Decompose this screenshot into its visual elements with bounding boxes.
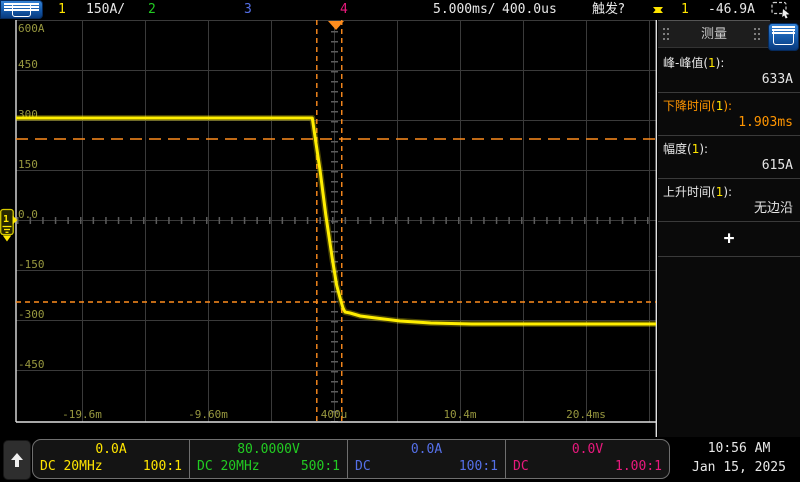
y-axis-label: -150 (18, 258, 45, 271)
expand-up-button[interactable] (3, 440, 31, 480)
top-status-bar: 1 150A/ 2 3 4 5.000ms/ 400.0us 触发? 1 -46… (0, 0, 800, 20)
channel-value: 0.0A (40, 442, 182, 458)
time-display: 10:56 AM (682, 439, 796, 458)
drag-grip-icon[interactable] (754, 28, 760, 41)
trigger-source[interactable]: 1 (681, 0, 689, 20)
measurement-fall-time[interactable]: 下降时间(1): 1.903ms (658, 93, 800, 136)
channel3-badge[interactable]: 3 (244, 0, 252, 20)
main-menu-button[interactable] (0, 0, 43, 19)
coupling: DC (513, 458, 529, 476)
coupling: DC 20MHz (40, 458, 103, 476)
probe-ratio: 100:1 (143, 458, 182, 476)
graticule-svg: 600A 450 300 150 0.0 -150 -300 -450 -19.… (0, 20, 657, 437)
measurement-panel-header[interactable]: 测量 (658, 20, 770, 48)
y-axis-label: 150 (18, 158, 38, 171)
measurement-value: 1.903ms (658, 114, 800, 131)
waveform-display-area: 600A 450 300 150 0.0 -150 -300 -450 -19.… (0, 20, 657, 437)
channel1-badge[interactable]: 1 (58, 0, 66, 20)
y-axis-label: -300 (18, 308, 45, 321)
channel-value: 80.0000V (197, 442, 340, 458)
delay-readout[interactable]: 400.0us (502, 0, 557, 20)
probe-ratio: 1.00:1 (615, 458, 662, 476)
probe-ratio: 500:1 (301, 458, 340, 476)
coupling: DC 20MHz (197, 458, 260, 476)
svg-text:1: 1 (3, 214, 9, 225)
measurement-panel: 测量 峰-峰值(1): 633A 下降时间(1): 1.903ms 幅度(1):… (658, 20, 800, 437)
timebase-readout[interactable]: 5.000ms/ (433, 0, 496, 20)
measurement-rise-time[interactable]: 上升时间(1): 无边沿 (658, 179, 800, 222)
measurement-value: 633A (658, 71, 800, 88)
channel4-badge[interactable]: 4 (340, 0, 348, 20)
hamburger-menu-icon (12, 3, 31, 17)
up-arrow-icon (10, 453, 24, 468)
channel3-status[interactable]: 0.0A DC 100:1 (347, 440, 505, 478)
add-measurement-button[interactable]: + (658, 222, 800, 257)
measurement-value: 615A (658, 157, 800, 174)
channel-status-bar: 0.0A DC 20MHz 100:1 80.0000V DC 20MHz 500:… (0, 437, 800, 482)
y-axis-label: 450 (18, 58, 38, 71)
channel2-badge[interactable]: 2 (148, 0, 156, 20)
x-axis-label: 400u (321, 408, 348, 421)
selection-tool-icon[interactable] (771, 1, 793, 19)
panel-menu-button[interactable] (768, 23, 799, 51)
probe-ratio: 100:1 (459, 458, 498, 476)
channel-value: 0.0A (355, 442, 498, 458)
measurement-list: 峰-峰值(1): 633A 下降时间(1): 1.903ms 幅度(1): 61… (658, 50, 800, 257)
trigger-level[interactable]: -46.9A (708, 0, 755, 20)
channel-group: 0.0A DC 20MHz 100:1 80.0000V DC 20MHz 500:… (32, 439, 670, 479)
channel1-scale[interactable]: 150A/ (86, 0, 125, 20)
y-axis-label: 0.0 (18, 208, 38, 221)
channel1-status[interactable]: 0.0A DC 20MHz 100:1 (33, 440, 189, 478)
y-axis-label: -450 (18, 358, 45, 371)
measurement-value: 无边沿 (658, 200, 800, 217)
ch1-ground-marker[interactable]: 1 (1, 210, 18, 242)
hamburger-menu-icon (773, 29, 794, 45)
measurement-amplitude[interactable]: 幅度(1): 615A (658, 136, 800, 179)
grid-border (16, 20, 657, 437)
clock: 10:56 AM Jan 15, 2025 (682, 439, 796, 477)
channel-value: 0.0V (513, 442, 662, 458)
measurement-peak-to-peak[interactable]: 峰-峰值(1): 633A (658, 50, 800, 93)
x-axis-label: 10.4m (443, 408, 476, 421)
x-axis-label: 20.4ms (566, 408, 606, 421)
trigger-status-label[interactable]: 触发? (592, 0, 625, 20)
x-axis-label: -9.60m (188, 408, 228, 421)
date-display: Jan 15, 2025 (682, 458, 796, 477)
channel2-status[interactable]: 80.0000V DC 20MHz 500:1 (189, 440, 347, 478)
oscilloscope-screen: { "colors": { "ch1": "#ffe500", "ch2": "… (0, 0, 800, 482)
x-axis-label: -19.6m (62, 408, 102, 421)
y-axis-label: 600A (18, 22, 45, 35)
trigger-time-marker[interactable] (328, 21, 344, 30)
center-axis-ticks (17, 21, 656, 422)
coupling: DC (355, 458, 371, 476)
trigger-slope-icon[interactable] (652, 2, 664, 18)
channel4-status[interactable]: 0.0V DC 1.00:1 (505, 440, 669, 478)
